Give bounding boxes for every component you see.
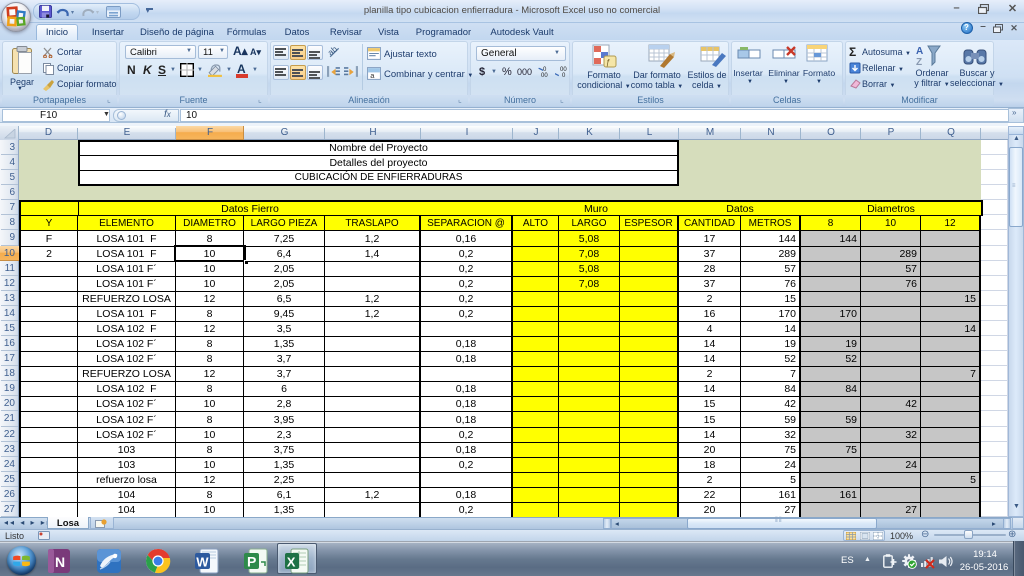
svg-text:P: P	[247, 554, 256, 570]
svg-text:W: W	[196, 555, 209, 570]
svg-text:ƒ: ƒ	[606, 58, 610, 67]
svg-text:00: 00	[541, 73, 548, 79]
svg-text:N: N	[55, 554, 65, 570]
svg-text:X: X	[287, 555, 296, 570]
svg-text:ab: ab	[328, 45, 339, 58]
svg-text:Z: Z	[916, 57, 922, 68]
svg-text:A: A	[916, 46, 923, 57]
